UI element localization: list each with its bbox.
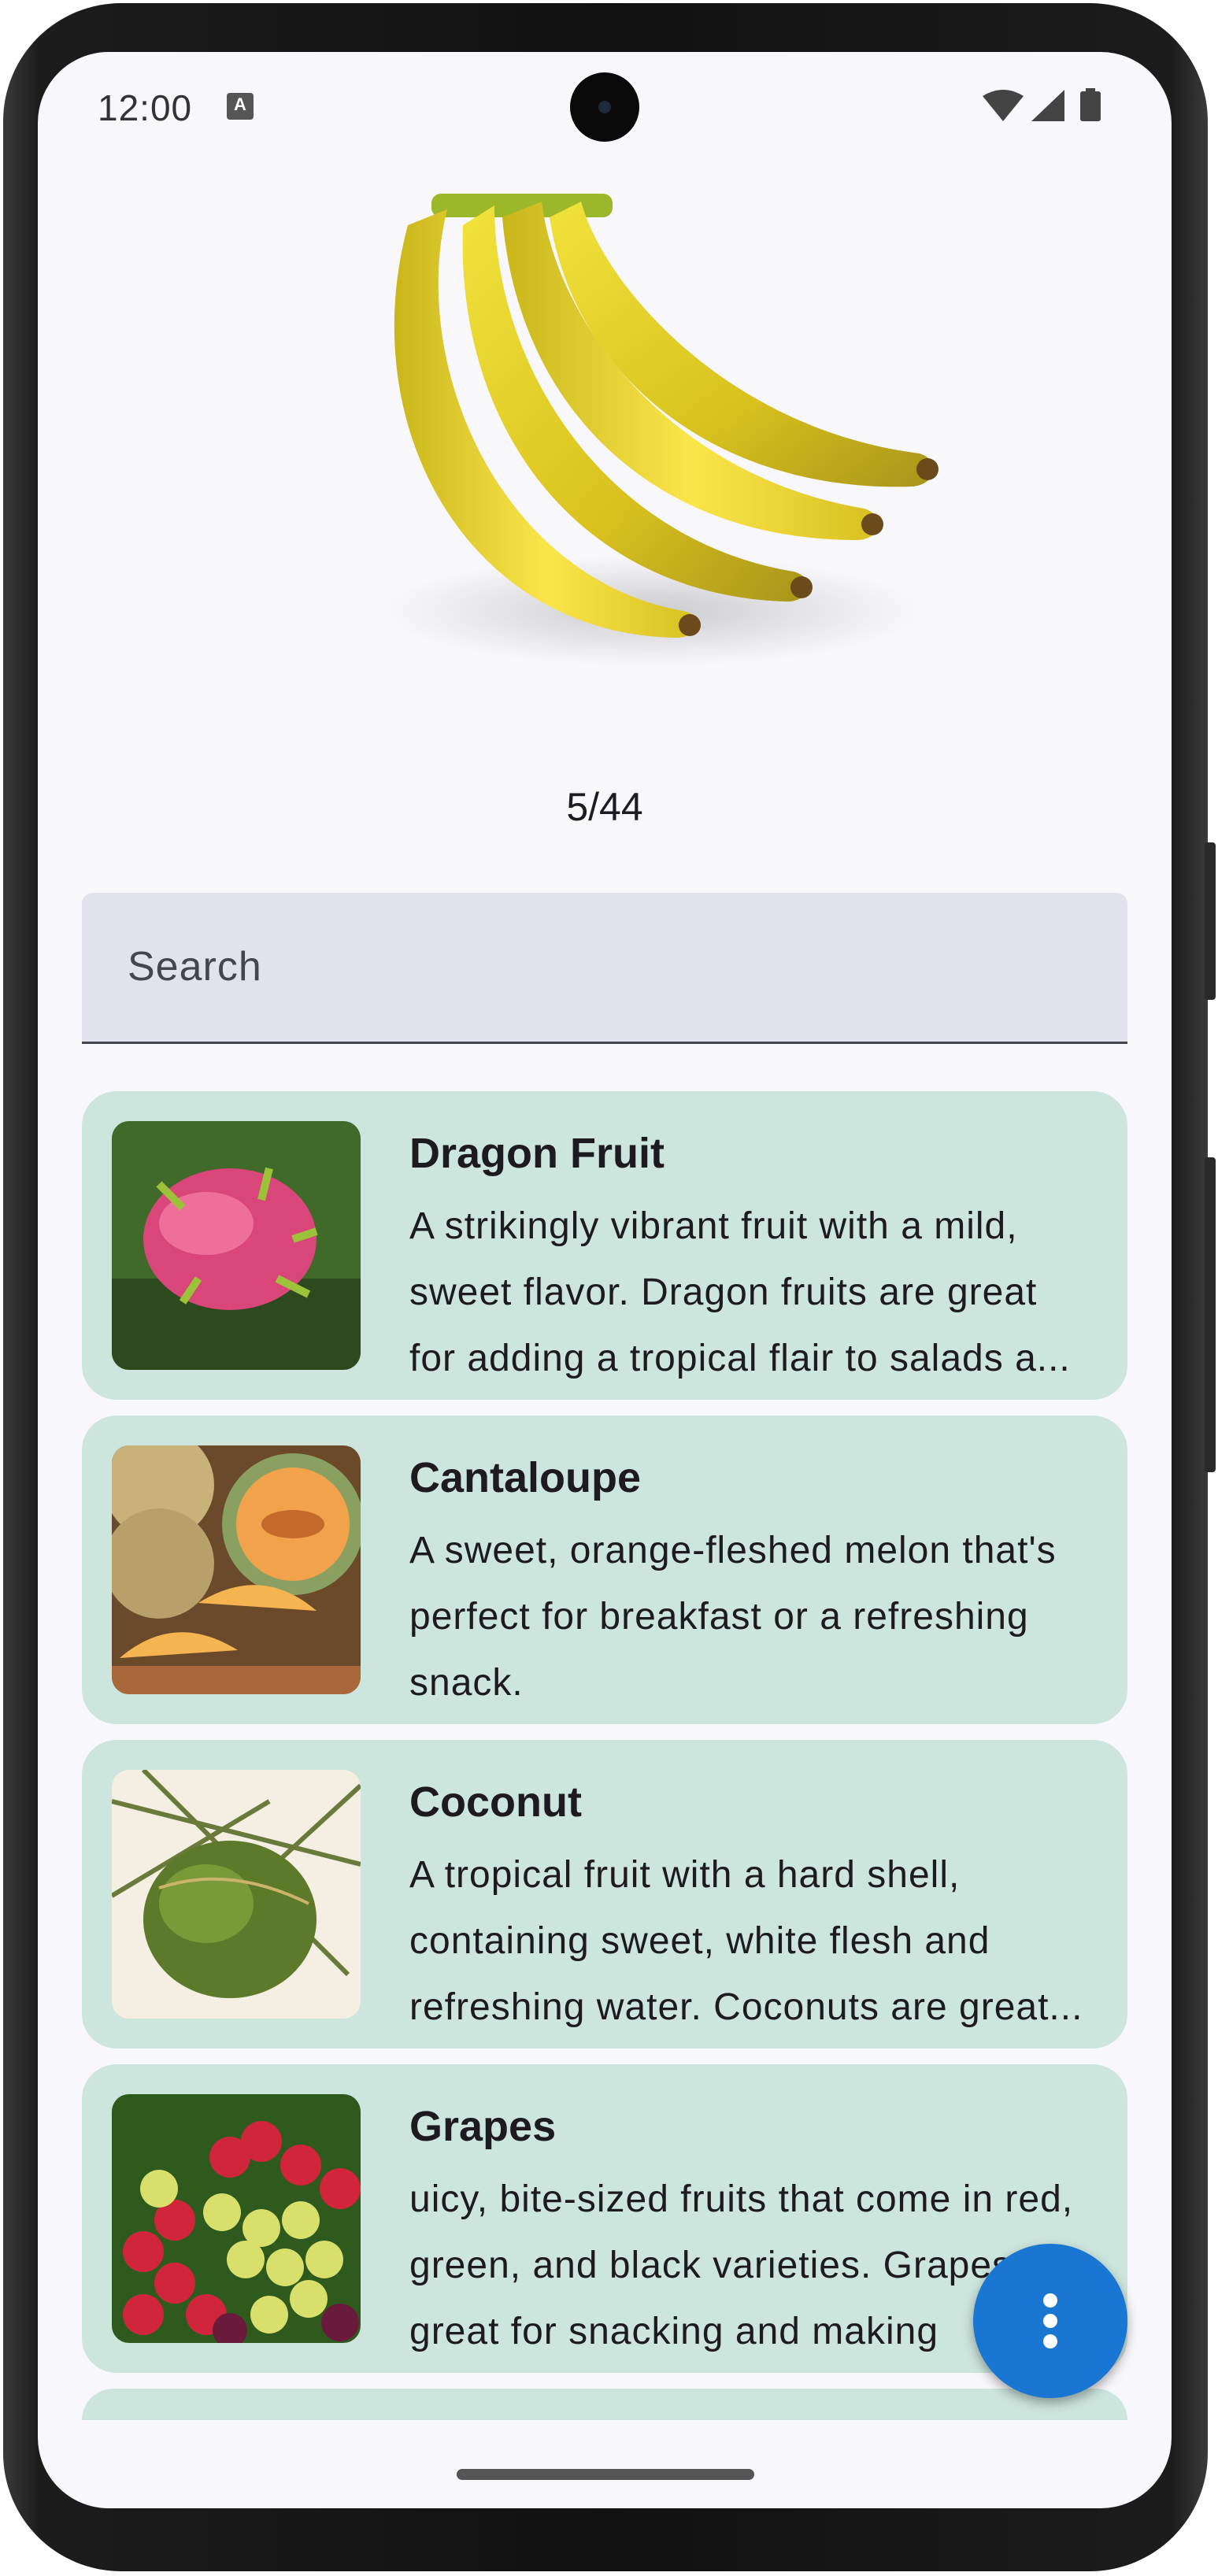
fruit-name: Coconut [409,1778,582,1826]
fruit-name: Cantaloupe [409,1454,642,1501]
fruit-description: A sweet, orange-fleshed melon that's per… [409,1530,1057,1704]
fruit-description: A strikingly vibrant fruit with a mild, … [409,1205,1071,1379]
list-item[interactable] [82,2389,1127,2420]
home-indicator[interactable] [457,2469,754,2480]
status-icons [983,88,1101,121]
search-input[interactable]: Search [82,893,1127,1044]
more-options-button[interactable] [973,2244,1127,2398]
search-placeholder: Search [128,944,262,990]
image-counter: 5/44 [566,785,643,829]
volume-button [1205,1157,1216,1472]
fruit-name: Grapes [409,2103,557,2150]
front-camera [570,72,639,142]
banana-image [384,194,938,666]
status-time: 12:00 [98,87,193,128]
accessibility-indicator-icon: A [227,93,254,120]
grapes-thumbnail [112,2094,361,2343]
signal-icon [1031,90,1064,121]
list-item[interactable]: Dragon Fruit A strikingly vibrant fruit … [82,1091,1127,1400]
fruit-description: A tropical fruit with a hard shell, cont… [409,1854,1083,2028]
list-item[interactable]: Coconut A tropical fruit with a hard she… [82,1740,1127,2049]
phone-frame: 12:00 A 5/44 Search Dragon Fruit A strik… [0,0,1218,2576]
list-item[interactable]: Grapes uicy, bite-sized fruits that come… [82,2064,1127,2373]
cantaloupe-thumbnail [112,1445,361,1694]
power-button [1205,842,1216,1000]
fruit-name: Dragon Fruit [409,1130,665,1177]
more-vert-icon [1043,2293,1057,2348]
app-screen: 12:00 A 5/44 Search Dragon Fruit A strik… [38,52,1172,2508]
dragon-fruit-thumbnail [112,1121,361,1370]
list-item[interactable]: Cantaloupe A sweet, orange-fleshed melon… [82,1416,1127,1724]
battery-icon [1080,91,1101,121]
coconut-thumbnail [112,1770,361,2019]
wifi-icon [983,90,1024,121]
